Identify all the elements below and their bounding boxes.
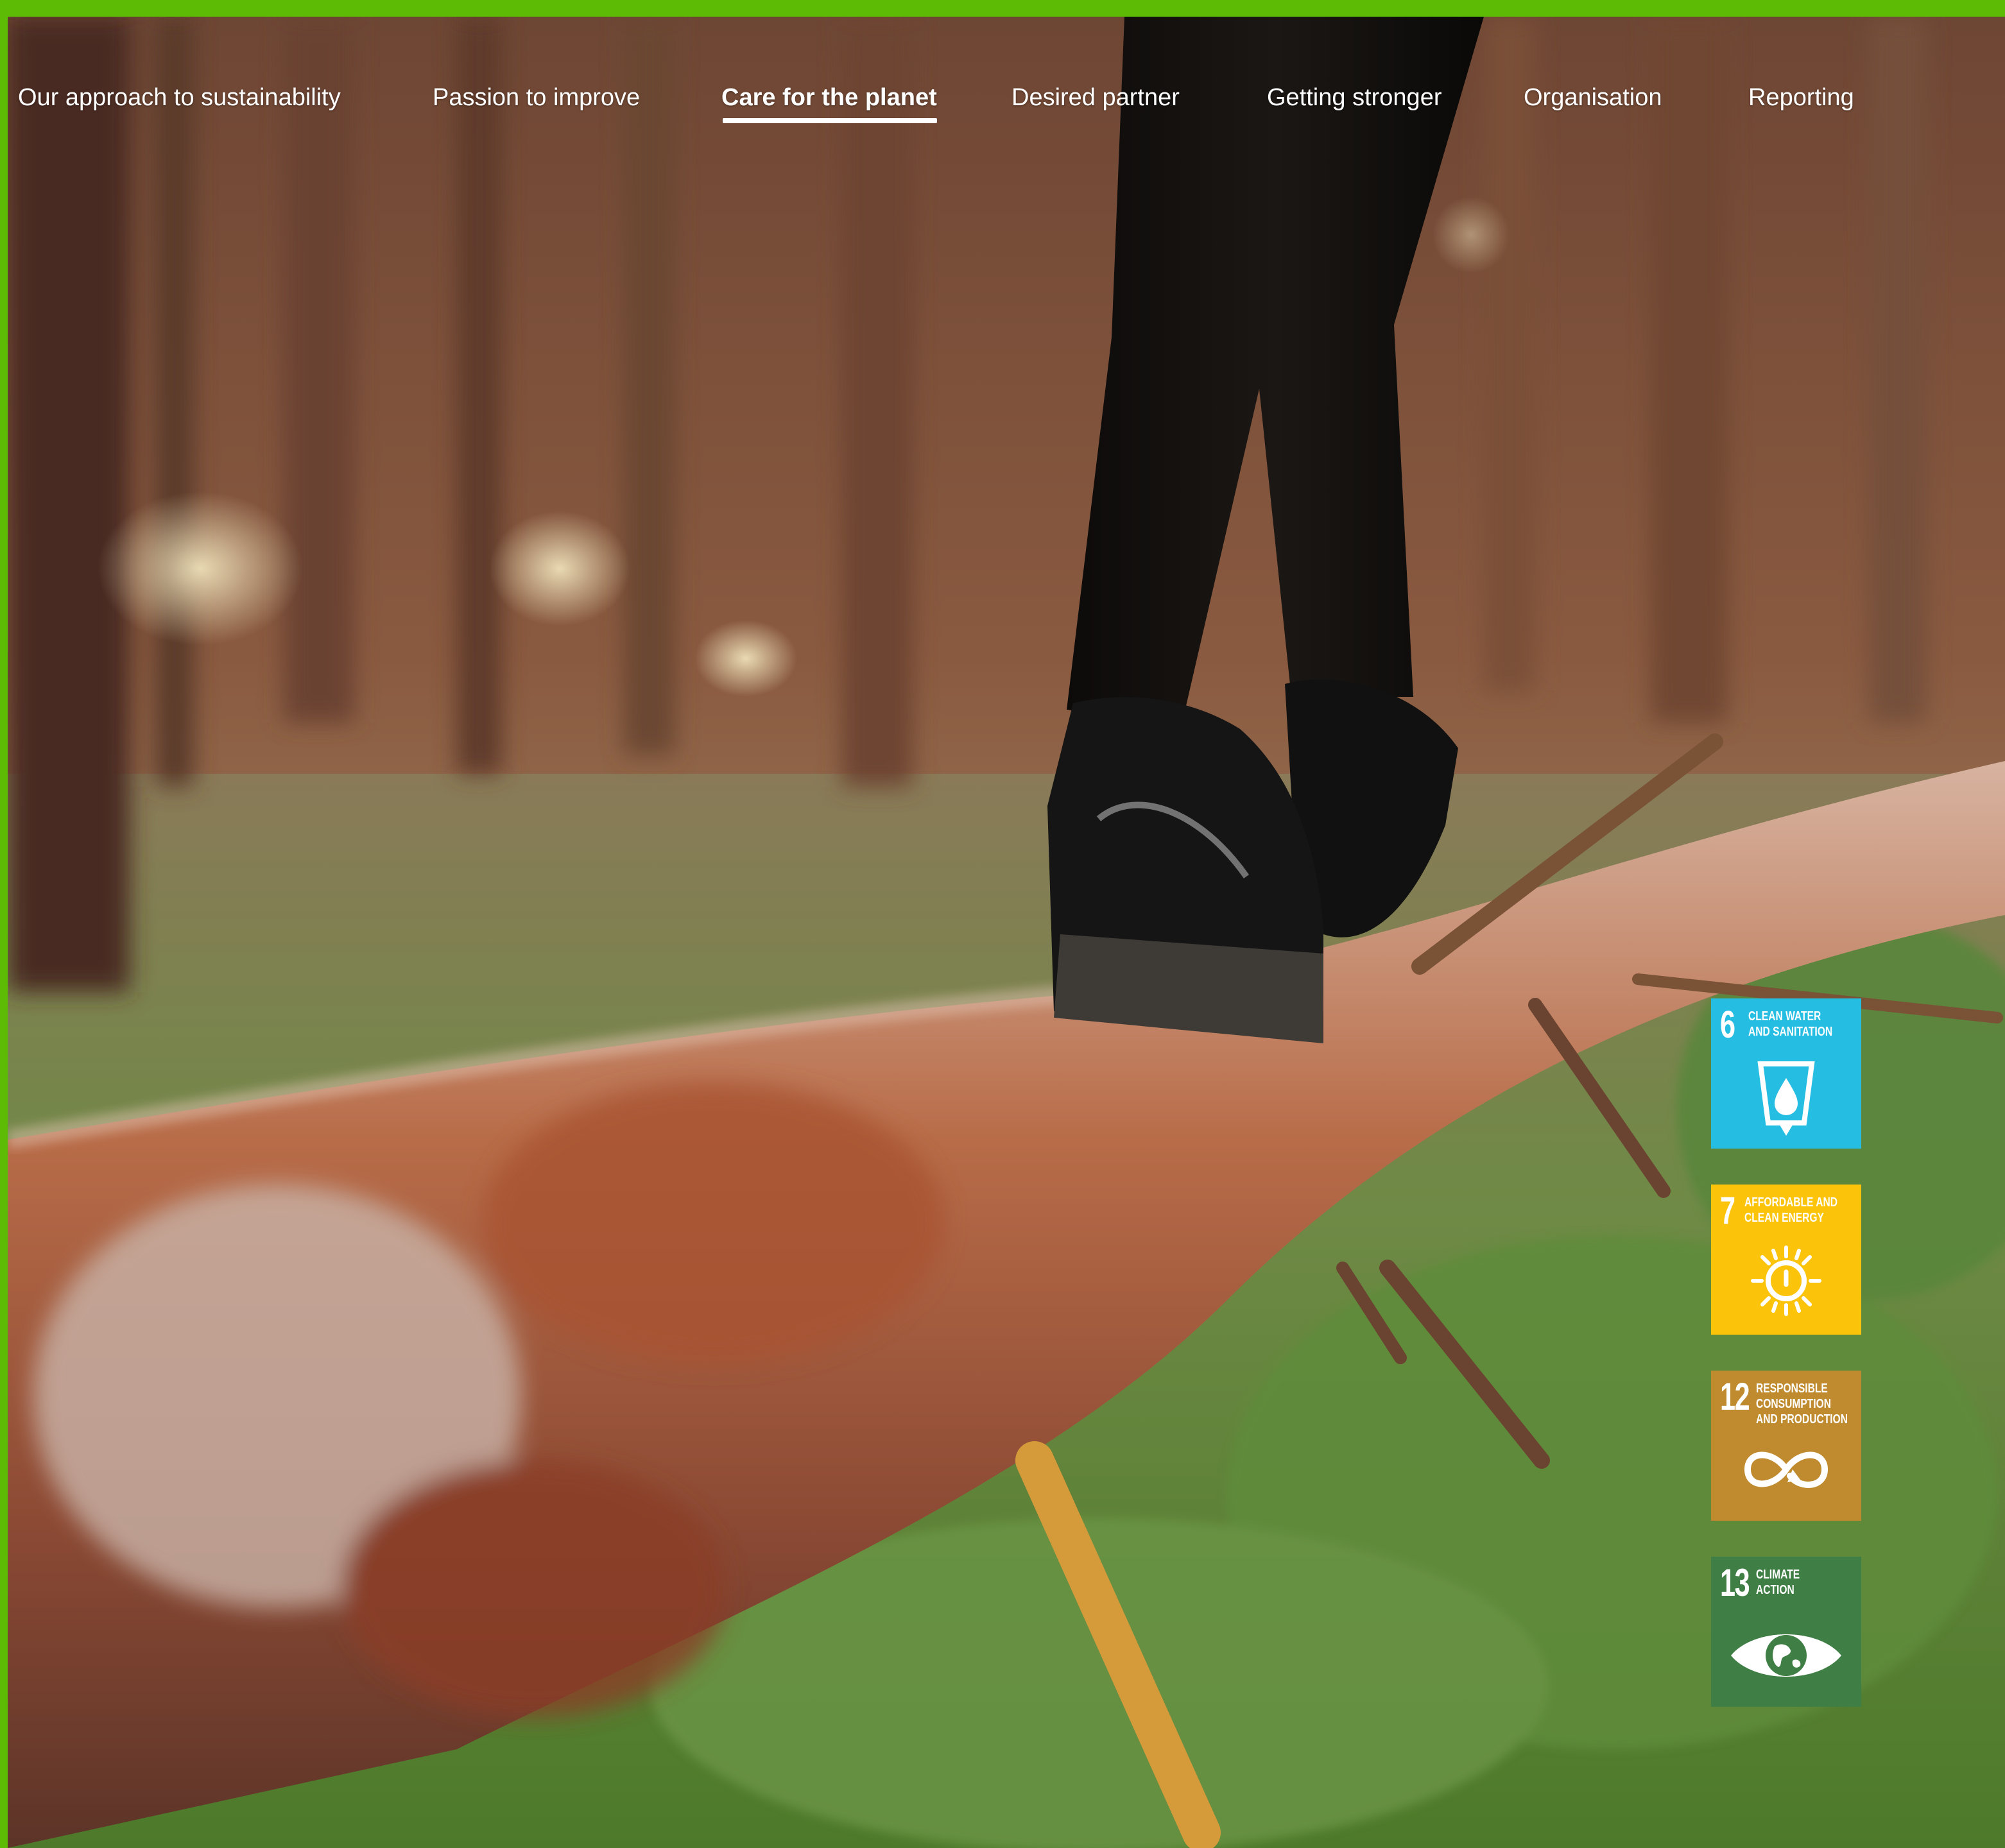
top-navigation: Our approach to sustainability Passion t… bbox=[8, 17, 2005, 164]
nav-item-label: Desired partner bbox=[1011, 84, 1180, 111]
nav-item-organisation[interactable]: Organisation bbox=[1524, 78, 1662, 123]
sdg-number: 6 bbox=[1720, 1003, 1735, 1046]
sdg-tile-7: 7 AFFORDABLE AND CLEAN ENERGY bbox=[1711, 1185, 1861, 1335]
nav-item-label: Care for the planet bbox=[721, 84, 937, 111]
sdg-title: CLIMATE ACTION bbox=[1756, 1568, 1800, 1597]
page-frame: Our approach to sustainability Passion t… bbox=[0, 0, 2005, 1848]
sdg-number: 13 bbox=[1720, 1561, 1750, 1604]
nav-item-care-for-the-planet[interactable]: Care for the planet bbox=[721, 78, 937, 123]
sdg-title: CLEAN WATER AND SANITATION bbox=[1748, 1009, 1833, 1039]
nav-item-our-approach[interactable]: Our approach to sustainability bbox=[18, 78, 341, 123]
hero-photo: Our approach to sustainability Passion t… bbox=[8, 17, 2005, 1848]
sdg-tile-6: 6 CLEAN WATER AND SANITATION bbox=[1711, 998, 1861, 1149]
nav-item-label: Passion to improve bbox=[433, 84, 641, 111]
sdg-number: 7 bbox=[1720, 1189, 1735, 1232]
nav-item-passion-to-improve[interactable]: Passion to improve bbox=[433, 78, 640, 123]
sdg-title: RESPONSIBLE CONSUMPTION AND PRODUCTION bbox=[1756, 1382, 1848, 1426]
sdg-tile-13: 13 CLIMATE ACTION bbox=[1711, 1557, 1861, 1707]
nav-item-reporting[interactable]: Reporting bbox=[1748, 78, 1854, 123]
nav-item-getting-stronger[interactable]: Getting stronger bbox=[1267, 78, 1441, 123]
nav-item-label: Reporting bbox=[1748, 84, 1854, 111]
water-glass-icon bbox=[1757, 1061, 1815, 1136]
infinity-loop-icon bbox=[1744, 1451, 1829, 1488]
sun-power-icon bbox=[1751, 1245, 1821, 1316]
nav-item-label: Organisation bbox=[1524, 84, 1662, 111]
forest-photo-illustration bbox=[8, 17, 2005, 1848]
active-tab-indicator bbox=[723, 118, 937, 123]
nav-item-label: Our approach to sustainability bbox=[18, 84, 341, 111]
sdg-title: AFFORDABLE AND CLEAN ENERGY bbox=[1744, 1195, 1838, 1225]
eye-globe-icon bbox=[1731, 1634, 1841, 1677]
sdg-tile-12: 12 RESPONSIBLE CONSUMPTION AND PRODUCTIO… bbox=[1711, 1371, 1861, 1521]
nav-item-desired-partner[interactable]: Desired partner bbox=[1011, 78, 1180, 123]
nav-item-label: Getting stronger bbox=[1267, 84, 1442, 111]
sdg-number: 12 bbox=[1720, 1375, 1750, 1418]
